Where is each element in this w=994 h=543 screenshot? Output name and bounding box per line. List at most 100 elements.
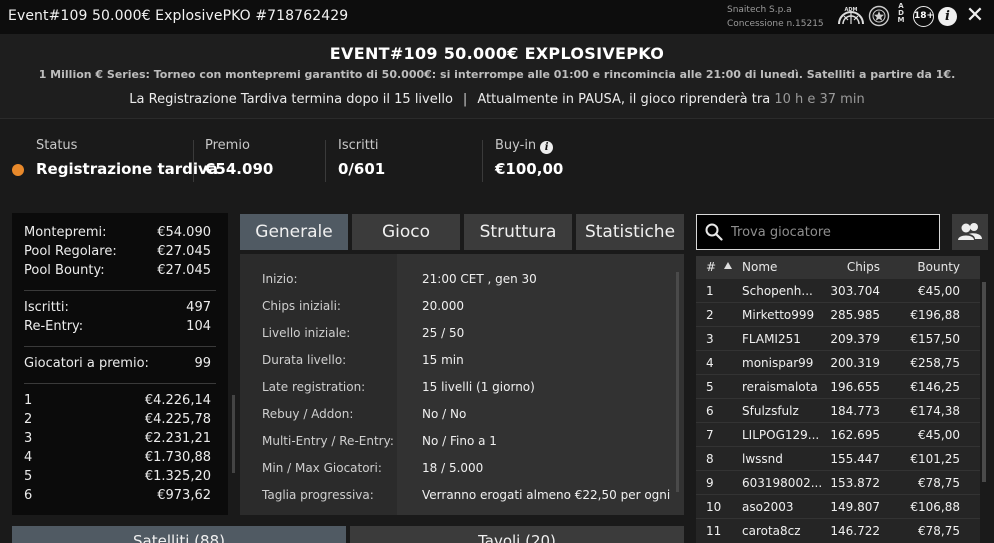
tab-struttura[interactable]: Struttura xyxy=(464,214,572,250)
detail-row: Min / Max Giocatori: 18 / 5.000 xyxy=(262,461,484,475)
tab-statistiche[interactable]: Statistiche xyxy=(576,214,684,250)
detail-row: Rebuy / Addon: No / No xyxy=(262,407,467,421)
table-row[interactable]: 2 Mirketto999 285.985 €196,88 xyxy=(696,302,980,326)
table-row[interactable]: 4 monispar99 200.319 €258,75 xyxy=(696,350,980,374)
col-chips-header[interactable]: Chips xyxy=(816,260,880,274)
info-icon[interactable]: i xyxy=(938,7,957,26)
table-row[interactable]: 6 Sfulzsfulz 184.773 €174,38 xyxy=(696,398,980,422)
detail-row: Taglia progressiva: Verranno erogati alme… xyxy=(262,488,671,502)
pause-notice: Attualmente in PAUSA, il gioco riprender… xyxy=(477,92,771,107)
players-table: # Nome Chips Bounty 1 Schopenh... 303.704 €… xyxy=(696,256,980,543)
friends-button[interactable] xyxy=(952,214,988,250)
table-row[interactable]: 7 LILPOG129... 162.695 €45,00 xyxy=(696,422,980,446)
payout-row: 3 €2.231,21 xyxy=(24,431,211,446)
search-input[interactable] xyxy=(731,217,931,247)
late-registration-notice: La Registrazione Tardiva termina dopo il… xyxy=(129,92,453,107)
col-bounty-header[interactable]: Bounty xyxy=(892,260,960,274)
tab-generale[interactable]: Generale xyxy=(240,214,348,250)
pool-regolare-label: Pool Regolare: xyxy=(24,244,117,259)
premio-value: €54.090 xyxy=(205,160,274,178)
payout-row: 6 €973,62 xyxy=(24,488,211,503)
table-row[interactable]: 9 603198002... 153.872 €78,75 xyxy=(696,470,980,494)
notice-separator: | xyxy=(462,92,468,107)
status-indicator-dot xyxy=(12,164,24,176)
adm-logo-text: ADM xyxy=(845,7,858,13)
table-row[interactable]: 11 carota8cz 146.722 €78,75 xyxy=(696,518,980,542)
giocatori-value: 99 xyxy=(194,356,211,371)
users-icon xyxy=(958,223,982,240)
age-18-icon: 18+ xyxy=(913,6,934,27)
players-table-header: # Nome Chips Bounty xyxy=(696,256,980,278)
panel-iscritti-label: Iscritti: xyxy=(24,300,69,315)
tab-gioco[interactable]: Gioco xyxy=(352,214,460,250)
panel-iscritti-value: 497 xyxy=(186,300,211,315)
montepremi-row: Montepremi: €54.090 xyxy=(24,225,211,243)
stat-divider xyxy=(482,140,483,182)
col-rank-header[interactable]: # xyxy=(706,260,716,274)
giocatori-label: Giocatori a premio: xyxy=(24,356,149,371)
buyin-value: €100,00 xyxy=(495,160,564,178)
adm-vertical-mark: A D M xyxy=(897,2,905,24)
stat-status: Status Registrazione tardiva xyxy=(36,138,218,178)
table-row[interactable]: 10 aso2003 149.807 €106,88 xyxy=(696,494,980,518)
concession-number: Concessione n.15215 xyxy=(727,19,824,29)
window-title: Event#109 50.000€ ExplosivePKO #71876242… xyxy=(8,8,349,24)
event-title: EVENT#109 50.000€ EXPLOSIVEPKO xyxy=(329,44,665,63)
reentry-row: Re-Entry: 104 xyxy=(24,319,211,337)
general-details-panel: Inizio: 21:00 CET , gen 30 Chips iniziali… xyxy=(240,254,684,515)
payout-row: 4 €1.730,88 xyxy=(24,450,211,465)
event-notice: La Registrazione Tardiva termina dopo il… xyxy=(0,92,994,107)
reentry-label: Re-Entry: xyxy=(24,319,84,334)
details-scrollbar[interactable] xyxy=(676,272,679,492)
tournament-header: EVENT#109 50.000€ EXPLOSIVEPKO 1 Million… xyxy=(0,34,994,118)
iscritti-row: Iscritti: 497 xyxy=(24,300,211,318)
table-row[interactable]: 5 reraismalota 196.655 €146,25 xyxy=(696,374,980,398)
payout-row: 5 €1.325,20 xyxy=(24,469,211,484)
payout-scrollbar[interactable] xyxy=(232,395,235,473)
stat-divider xyxy=(193,140,194,182)
sort-ascending-icon[interactable] xyxy=(724,262,732,269)
pool-bounty-value: €27.045 xyxy=(157,263,211,278)
adm-logo-icon: ADM xyxy=(838,7,864,25)
status-label: Status xyxy=(36,138,78,153)
montepremi-value: €54.090 xyxy=(157,225,211,240)
operator-info: Snaitech S.p.a Concessione n.15215 xyxy=(727,3,824,31)
giocatori-row: Giocatori a premio: 99 xyxy=(24,356,211,374)
stat-buyin: Buy-in i €100,00 xyxy=(495,138,563,178)
panel-divider xyxy=(24,383,216,384)
pool-regolare-value: €27.045 xyxy=(157,244,211,259)
detail-row: Durata livello: 15 min xyxy=(262,353,464,367)
iscritti-label: Iscritti xyxy=(338,138,379,153)
prize-panel: Montepremi: €54.090 Pool Regolare: €27.0… xyxy=(12,213,235,515)
player-search[interactable] xyxy=(696,214,940,250)
table-row[interactable]: 1 Schopenh... 303.704 €45,00 xyxy=(696,278,980,302)
table-row[interactable]: 3 FLAMI251 209.379 €157,50 xyxy=(696,326,980,350)
tables-button[interactable]: Tavoli (20) xyxy=(350,526,684,543)
detail-row: Chips iniziali: 20.000 xyxy=(262,299,464,313)
table-row[interactable]: 8 lwssnd 155.447 €101,25 xyxy=(696,446,980,470)
detail-row: Inizio: 21:00 CET , gen 30 xyxy=(262,272,537,286)
stat-premio: Premio €54.090 xyxy=(205,138,273,178)
close-icon[interactable]: ✕ xyxy=(961,2,989,30)
iscritti-value: 0/601 xyxy=(338,160,386,178)
buyin-label: Buy-in xyxy=(495,138,537,153)
reentry-value: 104 xyxy=(186,319,211,334)
payout-row: 1 €4.226,14 xyxy=(24,393,211,408)
satellites-button[interactable]: Satelliti (88) xyxy=(12,526,346,543)
header-divider xyxy=(0,118,994,119)
payout-row: 2 €4.225,78 xyxy=(24,412,211,427)
pool-bounty-row: Pool Bounty: €27.045 xyxy=(24,263,211,281)
pool-regolare-row: Pool Regolare: €27.045 xyxy=(24,244,211,262)
resume-countdown: 10 h e 37 min xyxy=(774,92,865,107)
search-icon xyxy=(705,223,723,241)
event-description: 1 Million € Series: Torneo con monteprem… xyxy=(38,68,956,81)
stat-divider xyxy=(325,140,326,182)
panel-divider xyxy=(24,346,216,347)
detail-row: Multi-Entry / Re-Entry: No / Fino a 1 xyxy=(262,434,497,448)
status-value: Registrazione tardiva xyxy=(36,160,218,178)
buyin-info-icon[interactable]: i xyxy=(540,141,554,154)
buyin-label-row: Buy-in i xyxy=(495,138,563,155)
pool-bounty-label: Pool Bounty: xyxy=(24,263,105,278)
stat-iscritti: Iscritti 0/601 xyxy=(338,138,385,178)
players-scrollbar[interactable] xyxy=(982,282,986,482)
